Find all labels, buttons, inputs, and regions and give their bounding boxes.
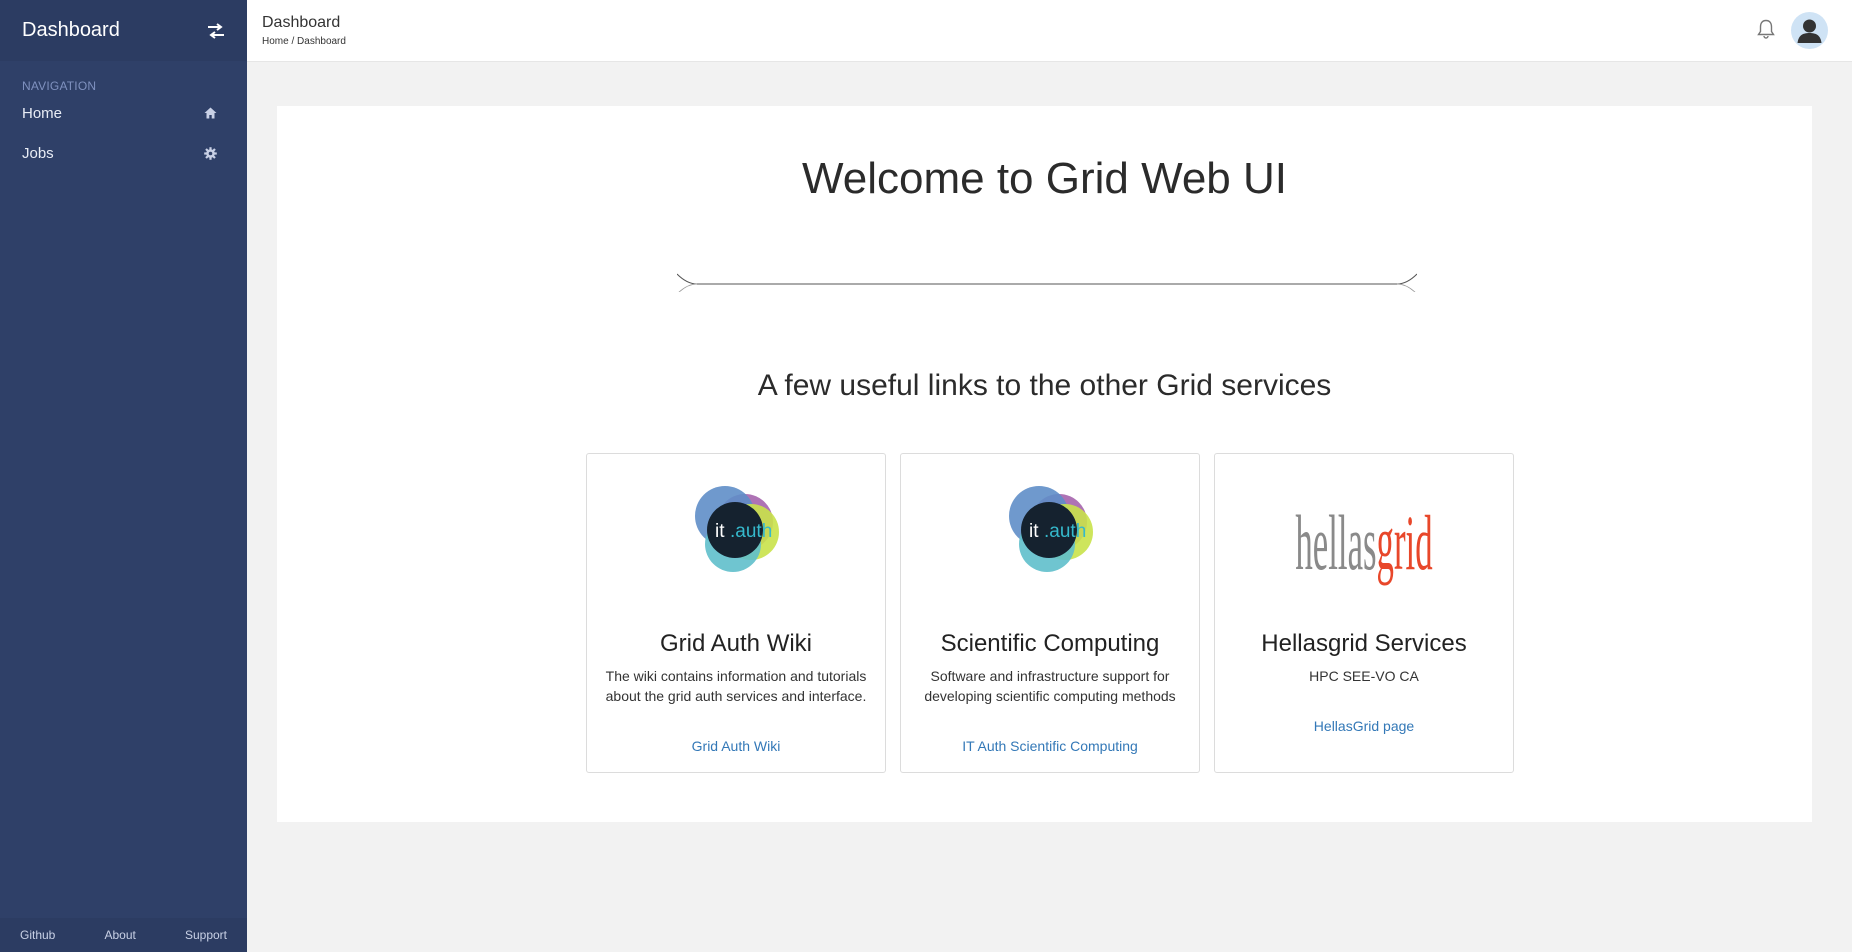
links-subtitle: A few useful links to the other Grid ser… — [757, 369, 1332, 402]
svg-text:.auth: .auth — [1044, 521, 1086, 542]
card-title: Hellasgrid Services — [1261, 630, 1467, 657]
card-grid-auth-wiki: it .auth Grid Auth Wiki The wiki contain… — [586, 453, 886, 773]
card-hellasgrid-services: hellasgrid Hellasgrid Services HPC SEE-V… — [1214, 453, 1514, 773]
about-link[interactable]: About — [104, 928, 135, 942]
welcome-heading: Welcome to Grid Web UI — [802, 154, 1287, 203]
sidebar-item-jobs[interactable]: Jobs — [0, 133, 247, 173]
home-icon — [204, 107, 217, 119]
page-title: Dashboard — [262, 14, 341, 31]
card-description: HPC SEE-VO CA — [1309, 668, 1419, 684]
sidebar-item-label: Jobs — [22, 144, 54, 162]
sidebar-item-home[interactable]: Home — [0, 93, 247, 133]
hellasgrid-logo: hellasgrid — [1215, 472, 1513, 592]
sidebar-toggle-icon[interactable] — [207, 22, 225, 39]
card-scientific-computing: it .auth Scientific Computing Software a… — [900, 453, 1200, 773]
sidebar-footer: Github About Support — [0, 918, 247, 952]
breadcrumb-home[interactable]: Home — [262, 36, 289, 47]
card-title: Grid Auth Wiki — [659, 630, 813, 657]
card-description: The wiki contains information and tutori… — [605, 668, 867, 704]
card-description: Software and infrastructure support for … — [924, 668, 1176, 704]
navigation-label: NAVIGATION — [22, 79, 97, 93]
gear-icon — [204, 146, 217, 160]
breadcrumb-separator: / — [288, 36, 298, 47]
divider-line — [677, 273, 1417, 292]
github-link[interactable]: Github — [20, 928, 55, 942]
it-auth-scientific-computing-link[interactable]: IT Auth Scientific Computing — [901, 738, 1199, 754]
top-bar: Dashboard Home / Dashboard — [247, 0, 1852, 62]
user-icon — [1797, 19, 1822, 43]
user-avatar[interactable] — [1791, 12, 1828, 49]
support-link[interactable]: Support — [185, 928, 227, 942]
svg-text:it: it — [715, 521, 725, 542]
sidebar: Dashboard NAVIGATION Home Jobs Github Ab… — [0, 0, 247, 952]
grid-auth-wiki-link[interactable]: Grid Auth Wiki — [587, 738, 885, 754]
sidebar-header: Dashboard — [0, 0, 247, 61]
main-panel: Welcome to Grid Web UI A few useful link… — [277, 106, 1812, 822]
card-title: Scientific Computing — [940, 630, 1160, 657]
breadcrumb: Home / Dashboard — [262, 36, 346, 47]
it-auth-logo: it .auth — [901, 474, 1199, 594]
breadcrumb-current: Dashboard — [297, 36, 346, 47]
svg-text:hellasgrid: hellasgrid — [1295, 501, 1432, 588]
sidebar-title[interactable]: Dashboard — [22, 19, 120, 42]
notification-bell-icon[interactable] — [1755, 18, 1777, 40]
hellasgrid-page-link[interactable]: HellasGrid page — [1215, 718, 1513, 734]
sidebar-item-label: Home — [22, 104, 63, 122]
svg-text:it: it — [1029, 521, 1039, 542]
svg-text:.auth: .auth — [730, 521, 772, 542]
it-auth-logo: it .auth — [587, 474, 885, 594]
